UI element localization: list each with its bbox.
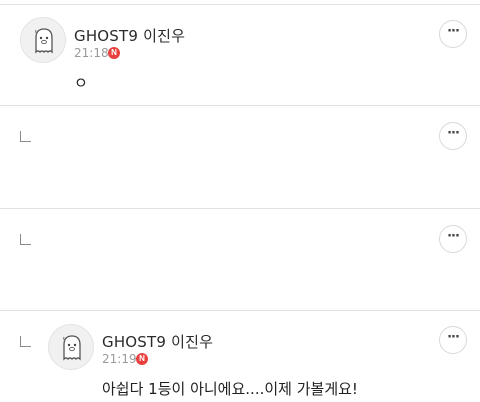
new-badge: N bbox=[136, 353, 148, 365]
avatar[interactable] bbox=[48, 324, 94, 370]
more-options-button[interactable]: ··· bbox=[439, 326, 467, 354]
reply-arrow-icon bbox=[20, 234, 31, 245]
divider bbox=[0, 208, 480, 209]
divider bbox=[0, 105, 480, 106]
comment-text: 아쉽다 1등이 아니에요....이제 가볼게요! bbox=[102, 380, 358, 398]
divider bbox=[0, 4, 480, 5]
reply-arrow-icon bbox=[20, 131, 31, 142]
comment-time: 21:18 bbox=[74, 46, 109, 60]
reply-arrow-icon bbox=[20, 336, 31, 347]
more-options-button[interactable]: ··· bbox=[439, 225, 467, 253]
comment-time: 21:19 bbox=[102, 352, 137, 366]
ghost-character-icon bbox=[35, 28, 53, 54]
new-badge: N bbox=[108, 47, 120, 59]
comment-author[interactable]: GHOST9 이진우 bbox=[102, 331, 213, 352]
ghost-character-icon bbox=[63, 335, 81, 361]
comment-author[interactable]: GHOST9 이진우 bbox=[74, 25, 185, 46]
avatar[interactable] bbox=[20, 17, 66, 63]
more-options-button[interactable]: ··· bbox=[439, 20, 467, 48]
divider bbox=[0, 310, 480, 311]
more-options-button[interactable]: ··· bbox=[439, 122, 467, 150]
comment-text: ㅇ bbox=[74, 74, 88, 92]
